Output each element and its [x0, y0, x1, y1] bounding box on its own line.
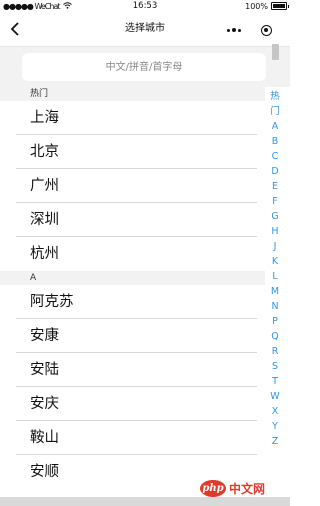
more-dots-icon: [227, 28, 230, 32]
index-item[interactable]: W: [266, 389, 284, 404]
city-row[interactable]: 安庆: [0, 387, 265, 421]
search-input[interactable]: [22, 53, 266, 81]
more-dot-right: [238, 28, 241, 32]
city-label: 北京: [30, 144, 59, 160]
city-row[interactable]: 安陆: [0, 353, 265, 387]
city-row[interactable]: 鞍山: [0, 421, 265, 455]
close-button[interactable]: [250, 20, 282, 40]
section-header-hot: 热门: [0, 87, 265, 101]
city-row[interactable]: 杭州: [0, 237, 265, 271]
index-item[interactable]: B: [266, 134, 284, 149]
alphabet-index: 热 门 A B C D E F G H J K L M N P Q R S T …: [266, 89, 284, 449]
city-label: 安顺: [30, 464, 59, 480]
status-right: 100%: [245, 0, 289, 12]
index-item[interactable]: 热: [266, 89, 284, 104]
index-item[interactable]: 门: [266, 104, 284, 119]
index-item[interactable]: Y: [266, 419, 284, 434]
index-item[interactable]: K: [266, 254, 284, 269]
php-logo: php: [200, 479, 226, 497]
index-item[interactable]: G: [266, 209, 284, 224]
index-item[interactable]: M: [266, 284, 284, 299]
nav-bar: 选择城市: [0, 12, 290, 47]
city-label: 安陆: [30, 362, 59, 378]
index-item[interactable]: E: [266, 179, 284, 194]
index-item[interactable]: D: [266, 164, 284, 179]
battery-percent: 100%: [245, 1, 268, 11]
index-item[interactable]: T: [266, 374, 284, 389]
status-bar: ●●●●● WeChat 16:53 100%: [0, 0, 290, 12]
city-label: 安庆: [30, 396, 59, 412]
section-header-a: A: [0, 271, 265, 285]
city-row[interactable]: 深圳: [0, 203, 265, 237]
city-label: 广州: [30, 178, 59, 194]
more-button[interactable]: [218, 20, 250, 40]
target-close-icon-dot: [264, 28, 268, 32]
index-item[interactable]: P: [266, 314, 284, 329]
index-item[interactable]: C: [266, 149, 284, 164]
index-item[interactable]: N: [266, 299, 284, 314]
city-list[interactable]: 热门 上海 北京 广州 深圳 杭州 A 阿克苏 安康 安陆 安庆 鞍山 安顺: [0, 87, 265, 497]
target-close-icon: [260, 24, 272, 36]
index-item[interactable]: L: [266, 269, 284, 284]
index-item[interactable]: J: [266, 239, 284, 254]
city-label: 深圳: [30, 212, 59, 228]
watermark-text: 中文网: [229, 481, 266, 496]
index-item[interactable]: X: [266, 404, 284, 419]
city-row[interactable]: 阿克苏: [0, 285, 265, 319]
index-item[interactable]: H: [266, 224, 284, 239]
city-label: 上海: [30, 110, 59, 126]
index-item[interactable]: Q: [266, 329, 284, 344]
index-item[interactable]: S: [266, 359, 284, 374]
mini-program-capsule: [218, 20, 282, 40]
city-label: 阿克苏: [30, 294, 74, 310]
city-row[interactable]: 北京: [0, 135, 265, 169]
index-item[interactable]: F: [266, 194, 284, 209]
search-bar: [0, 47, 290, 87]
city-label: 安康: [30, 328, 59, 344]
battery-icon: [271, 2, 289, 10]
chevron-left-icon: [10, 22, 19, 36]
page-title: 选择城市: [125, 23, 165, 34]
city-label: 杭州: [30, 246, 59, 262]
city-row[interactable]: 上海: [0, 101, 265, 135]
index-item[interactable]: R: [266, 344, 284, 359]
index-item[interactable]: Z: [266, 434, 284, 449]
site-watermark: php 中文网: [200, 476, 265, 500]
city-label: 鞍山: [30, 430, 59, 446]
city-row[interactable]: 广州: [0, 169, 265, 203]
city-row[interactable]: 安康: [0, 319, 265, 353]
scrollbar-thumb[interactable]: [272, 44, 279, 60]
index-item[interactable]: A: [266, 119, 284, 134]
back-button[interactable]: [6, 19, 24, 39]
more-dot-center: [232, 28, 236, 32]
